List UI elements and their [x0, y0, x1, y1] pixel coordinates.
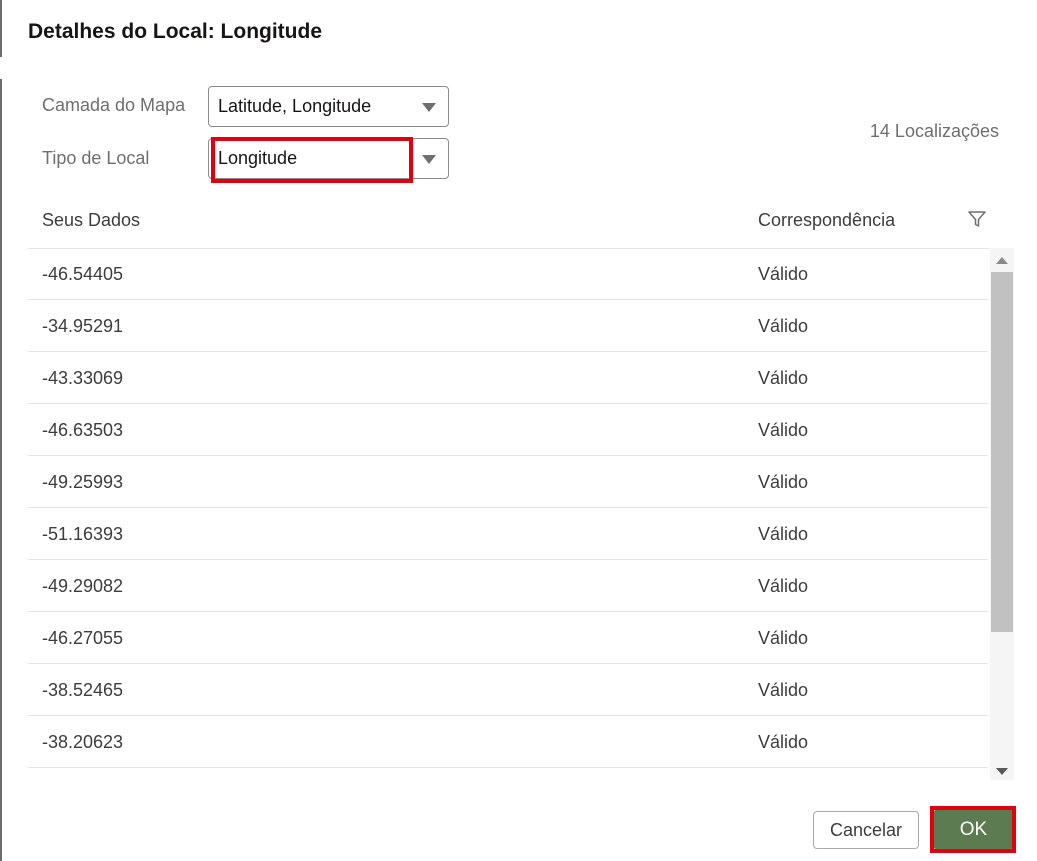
cell-your-data: -46.27055 [42, 628, 124, 648]
locations-count: 14 Localizações [869, 121, 999, 141]
cell-match: Válido [758, 420, 809, 440]
scroll-down-arrow-icon[interactable] [996, 768, 1008, 775]
table-body: -46.54405 Válido -34.95291 Válido -43.33… [28, 248, 1014, 780]
cell-your-data: -49.25993 [42, 472, 124, 492]
cell-match: Válido [758, 316, 809, 336]
chevron-down-icon [422, 103, 436, 112]
cell-your-data: -46.63503 [42, 420, 124, 440]
filter-icon[interactable] [967, 209, 987, 229]
location-type-select[interactable]: Longitude [208, 138, 449, 179]
map-layer-label: Camada do Mapa [42, 95, 186, 115]
window-edge [0, 0, 2, 861]
cell-match: Válido [758, 472, 809, 492]
cancel-button[interactable]: Cancelar [813, 811, 919, 849]
cell-your-data: -46.54405 [42, 264, 124, 284]
table-row[interactable]: -46.63503 Válido [28, 404, 988, 456]
scrollbar-thumb[interactable] [991, 272, 1013, 632]
table-header: Seus Dados Correspondência [28, 195, 1014, 249]
cell-your-data: -51.16393 [42, 524, 124, 544]
table-row[interactable]: -49.29082 Válido [28, 560, 988, 612]
cell-match: Válido [758, 680, 809, 700]
map-layer-select[interactable]: Latitude, Longitude [208, 86, 449, 127]
cell-your-data: -49.29082 [42, 576, 124, 596]
table-row[interactable]: -51.16393 Válido [28, 508, 988, 560]
cell-your-data: -38.20623 [42, 732, 124, 752]
table-row[interactable]: -46.27055 Válido [28, 612, 988, 664]
map-layer-value: Latitude, Longitude [218, 96, 372, 116]
location-type-label: Tipo de Local [42, 148, 150, 168]
table-row[interactable]: -49.25993 Válido [28, 456, 988, 508]
column-header-your-data[interactable]: Seus Dados [42, 210, 140, 231]
dialog-title: Detalhes do Local: Longitude [28, 20, 323, 43]
cell-your-data: -38.52465 [42, 680, 124, 700]
column-header-match[interactable]: Correspondência [758, 210, 895, 231]
cell-match: Válido [758, 368, 809, 388]
location-type-value: Longitude [218, 148, 298, 168]
table-row[interactable]: -43.33069 Válido [28, 352, 988, 404]
table-row[interactable]: -46.54405 Válido [28, 248, 988, 300]
cell-match: Válido [758, 524, 809, 544]
chevron-down-icon [422, 155, 436, 164]
table-row[interactable]: -38.52465 Válido [28, 664, 988, 716]
cell-match: Válido [758, 576, 809, 596]
cell-match: Válido [758, 264, 809, 284]
cell-match: Válido [758, 732, 809, 752]
scroll-up-arrow-icon[interactable] [996, 257, 1008, 264]
table-scrollbar[interactable] [990, 248, 1014, 780]
cell-your-data: -34.95291 [42, 316, 124, 336]
table-row[interactable]: -34.95291 Válido [28, 300, 988, 352]
ok-button[interactable]: OK [934, 810, 1013, 849]
cell-your-data: -43.33069 [42, 368, 124, 388]
location-details-dialog: Detalhes do Local: Longitude Camada do M… [0, 0, 1037, 861]
table-row[interactable]: -38.20623 Válido [28, 716, 988, 768]
cell-match: Válido [758, 628, 809, 648]
